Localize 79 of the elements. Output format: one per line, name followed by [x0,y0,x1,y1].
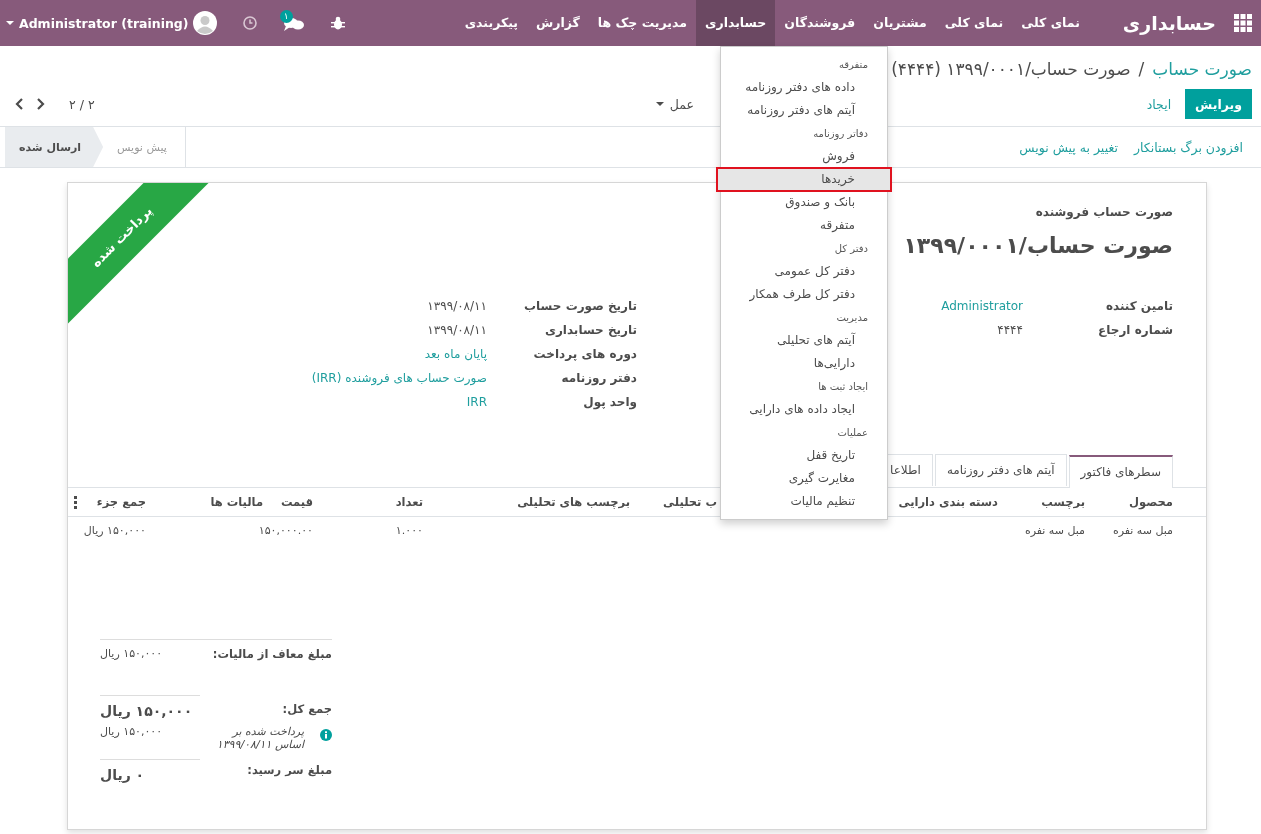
menu-item[interactable]: متفرقه [721,214,887,237]
document-title: صورت حساب/۱۳۹۹/۰۰۰۱ [903,233,1173,258]
caret-icon [6,21,14,25]
menu-item[interactable]: بانک و صندوق [721,191,887,214]
previous-icon[interactable] [15,98,24,110]
menu-item[interactable]: خریدها [717,168,891,191]
nav-menu-item[interactable]: نمای کلی [1012,0,1089,46]
nav-menu-item[interactable]: نمای کلی [935,0,1013,46]
menu-section-header: متفرقه [837,58,869,72]
field-label: شماره ارجاع [1097,323,1173,337]
menu-section-header: دفاتر روزنامه [812,127,869,142]
nav-menu-item[interactable]: پیکربندی [455,0,527,46]
field-label: دفتر روزنامه [560,371,637,385]
message-count-badge: ۱ [279,10,293,23]
status-stage[interactable]: ارسال شده [5,127,104,167]
menu-item[interactable]: فروش [721,145,887,168]
avatar-icon [192,11,217,35]
menu-item[interactable]: دفتر کل طرف همکار [721,283,887,306]
menu-item[interactable]: آیتم های دفتر روزنامه [721,99,887,122]
apps-menu-icon[interactable] [1234,14,1252,32]
menu-item[interactable]: ایجاد داده های دارایی [721,398,887,421]
table-cell: ۱۵۰,۰۰۰.۰۰ [258,523,313,537]
nav-menu-item[interactable]: گزارش [527,0,589,46]
menu-item[interactable]: تنظیم مالیات [721,490,887,513]
menu-item[interactable]: دفتر کل عمومی [721,260,887,283]
app-title: حسابداری [1122,12,1216,34]
menu-section-header: ایجاد ثبت ها [817,380,869,394]
column-header[interactable]: محصول [1085,495,1173,509]
menu-section-header: دفتر کل [833,242,869,256]
field-value: ۱۳۹۹/۰۸/۱۱ [427,299,487,313]
pager-value: ۲ / ۲ [69,96,95,112]
column-header[interactable]: تعداد [313,495,423,509]
field-label: تاریخ صورت حساب [523,299,637,313]
user-menu[interactable]: Administrator (training) [19,15,189,31]
total-value: ۰ ریال [100,759,200,783]
table-cell: مبل سه نفره [1112,523,1173,537]
menu-item[interactable]: آیتم های تحلیلی [721,329,887,352]
table-cell: ۱۵۰,۰۰۰ ریال [83,523,146,537]
column-header[interactable]: قیمت [263,495,313,509]
column-header[interactable]: ب تحلیلی [630,495,717,509]
nav-menu-item[interactable]: حسابداری [696,0,776,46]
payment-amount: ۱۵۰,۰۰۰ ریال [100,724,164,740]
nav-menu-item[interactable]: فروشندگان [775,0,865,46]
total-label: جمع کل: [281,701,332,718]
menu-section-header: مدیریت [835,311,869,325]
nav-menu-item[interactable]: مدیریت چک ها [588,0,696,46]
column-header[interactable]: مالیات ها [146,495,263,509]
info-icon[interactable] [320,729,332,741]
total-label: مبلغ معاف از مالیات: [200,639,332,661]
caret-icon [655,102,664,106]
menu-item[interactable]: دارایی‌ها [721,352,887,375]
menu-item[interactable]: داده های دفتر روزنامه [721,76,887,99]
field-label: دوره های پرداخت [532,347,637,361]
action-dropdown[interactable]: عمل [649,95,700,113]
nav-menu-item[interactable]: مشتریان [864,0,936,46]
total-label: مبلغ سر رسید: [246,762,332,779]
table-cell: ۱.۰۰۰ [395,523,423,537]
document-type: صورت حساب فروشنده [1035,205,1173,219]
field-label: واحد پول [582,395,637,409]
field-label: تامین کننده [1104,299,1173,313]
table-cell: مبل سه نفره [1024,523,1085,537]
field-value: ۱۳۹۹/۰۸/۱۱ [427,323,487,337]
breadcrumb-separator: / [1138,59,1145,79]
payment-note: پرداخت شده بر اساس ۱۳۹۹/۰۸/۱۱ [215,724,306,751]
column-header[interactable]: برچسب [998,495,1085,509]
total-value: ۱۵۰,۰۰۰ ریال [100,695,200,719]
field-value: ۴۴۴۴ [997,323,1023,337]
column-header[interactable]: برچسب های تحلیلی [423,495,630,509]
column-header[interactable]: جمع جزء [96,495,146,509]
tab[interactable]: آیتم های دفتر روزنامه [934,454,1067,486]
total-value: ۱۵۰,۰۰۰ ریال [100,639,200,661]
tab[interactable]: سطرهای فاکتور [1068,455,1173,488]
menu-section-header: عملیات [836,426,869,440]
field-label: تاریخ حسابداری [543,323,637,337]
kebab-menu-icon[interactable] [74,495,77,509]
next-icon[interactable] [36,98,45,110]
breadcrumb-current: صورت حساب/۱۳۹۹/۰۰۰۱ (۴۴۴۴) [891,59,1131,79]
clock-icon[interactable] [242,16,257,30]
bug-icon[interactable] [330,16,345,30]
